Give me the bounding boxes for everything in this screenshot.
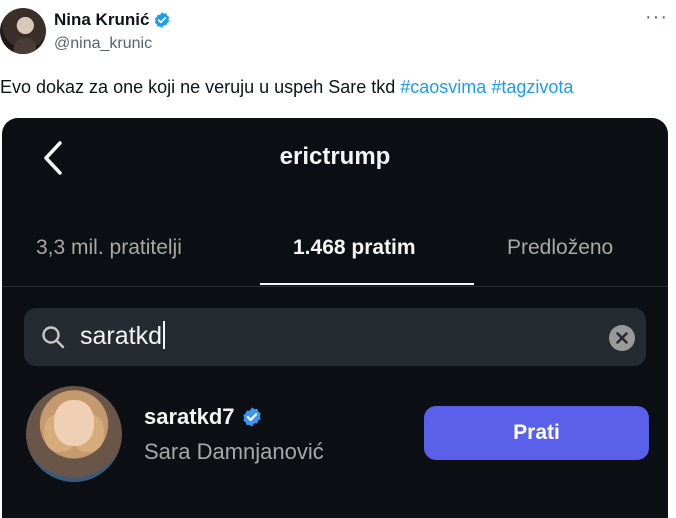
search-text: saratkd [80,322,162,350]
tweet-media-screenshot[interactable]: erictrump 3,3 mil. pratitelji 1.468 prat… [2,118,668,518]
tab-following[interactable]: 1.468 pratim [293,236,416,260]
tweet-text: Evo dokaz za one koji ne veruju u uspeh … [0,77,573,98]
author-handle[interactable]: @nina_krunic [54,35,152,53]
search-icon [42,326,65,349]
search-input[interactable]: saratkd [24,308,646,366]
follow-tabs: 3,3 mil. pratitelji 1.468 pratim Predlož… [2,232,668,288]
profile-title: erictrump [279,143,391,170]
tab-followers[interactable]: 3,3 mil. pratitelji [36,236,182,260]
verified-badge-icon [242,407,261,427]
result-avatar[interactable] [26,386,122,482]
search-result-item[interactable]: saratkd7 Sara Damnjanović Prati [2,384,668,484]
follow-button[interactable]: Prati [424,406,649,460]
text-caret [162,321,165,349]
tabs-divider [2,286,668,287]
result-username[interactable]: saratkd7 [144,404,235,430]
search-input-value[interactable]: saratkd [80,321,165,351]
more-options-icon[interactable]: ··· [645,6,668,29]
tab-suggested[interactable]: Predloženo [507,236,613,260]
author-name[interactable]: Nina Krunić [54,10,149,30]
result-full-name: Sara Damnjanović [144,439,324,464]
clear-search-icon[interactable] [608,324,636,352]
active-tab-indicator [260,283,474,285]
hashtag-link[interactable]: #caosvima [400,77,486,97]
result-username-row: saratkd7 [144,404,263,430]
hashtag-link[interactable]: #tagzivota [491,77,573,97]
author-avatar[interactable] [0,8,46,54]
author-name-row: Nina Krunić [54,10,171,30]
tweet-header: Nina Krunić @nina_krunic ··· [0,0,676,70]
verified-badge-icon [155,12,170,28]
tweet-body: Evo dokaz za one koji ne veruju u uspeh … [0,77,401,97]
